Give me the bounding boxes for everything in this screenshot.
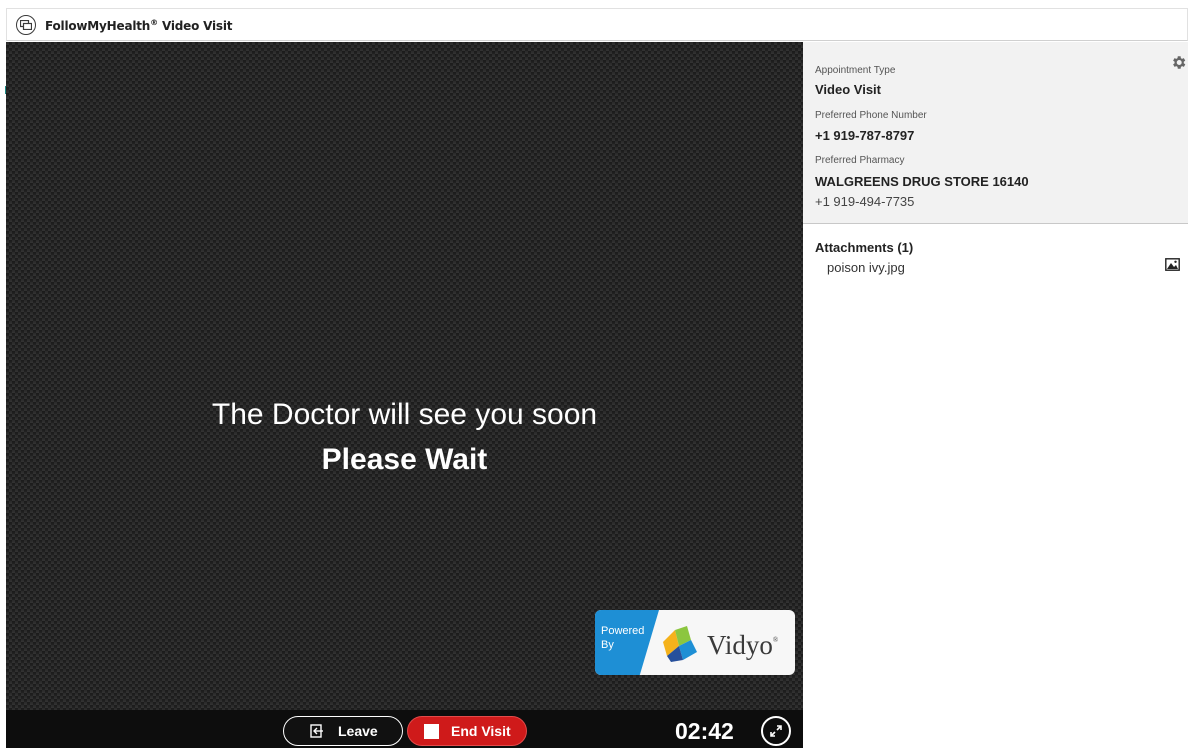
video-area: The Doctor will see you soon Please Wait…: [6, 42, 803, 710]
pharmacy-phone: +1 919-494-7735: [815, 194, 915, 209]
image-icon[interactable]: [1165, 258, 1180, 271]
call-timer: 02:42: [675, 718, 734, 744]
exit-icon: [310, 724, 323, 738]
leave-button[interactable]: Leave: [283, 716, 403, 746]
app-title: FollowMyHealth® Video Visit: [45, 18, 233, 33]
vidyo-brand: Vidyo®: [707, 630, 779, 660]
control-bar: Leave End Visit 02:42: [6, 710, 803, 748]
powered-by-text: Powered By: [601, 625, 645, 651]
end-visit-button[interactable]: End Visit: [407, 716, 527, 746]
pharmacy-name: WALGREENS DRUG STORE 16140: [815, 174, 1029, 189]
leave-label: Leave: [338, 723, 378, 739]
stop-icon: [424, 724, 439, 739]
appointment-details-panel: Appointment Type Video Visit Preferred P…: [803, 42, 1188, 224]
video-visit-app: FollowMyHealth® Video Visit The Doctor w…: [0, 0, 1188, 748]
phone-label: Preferred Phone Number: [815, 110, 927, 121]
please-wait-text: Please Wait: [321, 443, 488, 476]
attachments-title: Attachments (1): [815, 240, 914, 255]
fullscreen-button[interactable]: [761, 716, 791, 746]
phone-value: +1 919-787-8797: [815, 128, 915, 143]
expand-icon: [770, 725, 782, 737]
appointment-type-value: Video Visit: [815, 82, 881, 97]
title-bar: FollowMyHealth® Video Visit: [6, 8, 1188, 41]
video-chat-icon: [16, 15, 36, 35]
gear-icon[interactable]: [1170, 54, 1187, 71]
end-visit-label: End Visit: [451, 723, 511, 739]
appointment-type-label: Appointment Type: [815, 65, 896, 76]
attachment-link[interactable]: poison ivy.jpg: [827, 260, 905, 275]
waiting-message: The Doctor will see you soon: [211, 398, 598, 431]
pharmacy-label: Preferred Pharmacy: [815, 155, 905, 166]
vidyo-logo-icon: [663, 626, 697, 662]
powered-by-vidyo-badge: Powered By Vidyo®: [595, 610, 795, 675]
